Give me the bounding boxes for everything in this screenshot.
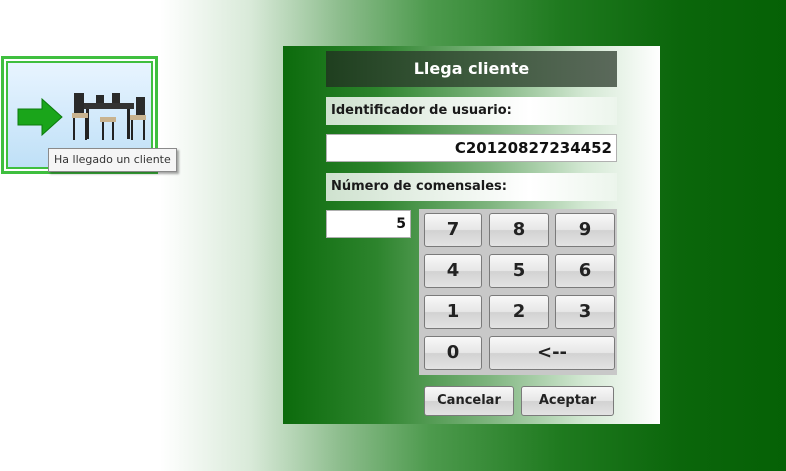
user-id-field[interactable]: C20120827234452: [326, 134, 617, 162]
key-8[interactable]: 8: [489, 213, 549, 247]
backspace-button[interactable]: <--: [489, 336, 615, 370]
key-6[interactable]: 6: [555, 254, 615, 288]
tile-tooltip: Ha llegado un cliente: [48, 148, 177, 172]
cancel-button[interactable]: Cancelar: [424, 386, 514, 416]
key-3[interactable]: 3: [555, 295, 615, 329]
user-id-label: Identificador de usuario:: [326, 97, 617, 125]
dialog-title: Llega cliente: [326, 51, 617, 87]
diners-label: Número de comensales:: [326, 173, 617, 201]
customer-arrival-icon: [17, 93, 146, 140]
key-9[interactable]: 9: [555, 213, 615, 247]
key-1[interactable]: 1: [424, 295, 482, 329]
diners-field[interactable]: 5: [326, 210, 411, 238]
key-7[interactable]: 7: [424, 213, 482, 247]
numeric-keypad: 7 8 9 4 5 6 1 2 3 0 <--: [419, 209, 617, 375]
key-2[interactable]: 2: [489, 295, 549, 329]
key-4[interactable]: 4: [424, 254, 482, 288]
accept-button[interactable]: Aceptar: [521, 386, 614, 416]
arrival-dialog: Llega cliente Identificador de usuario: …: [283, 46, 660, 424]
key-0[interactable]: 0: [424, 336, 482, 370]
key-5[interactable]: 5: [489, 254, 549, 288]
